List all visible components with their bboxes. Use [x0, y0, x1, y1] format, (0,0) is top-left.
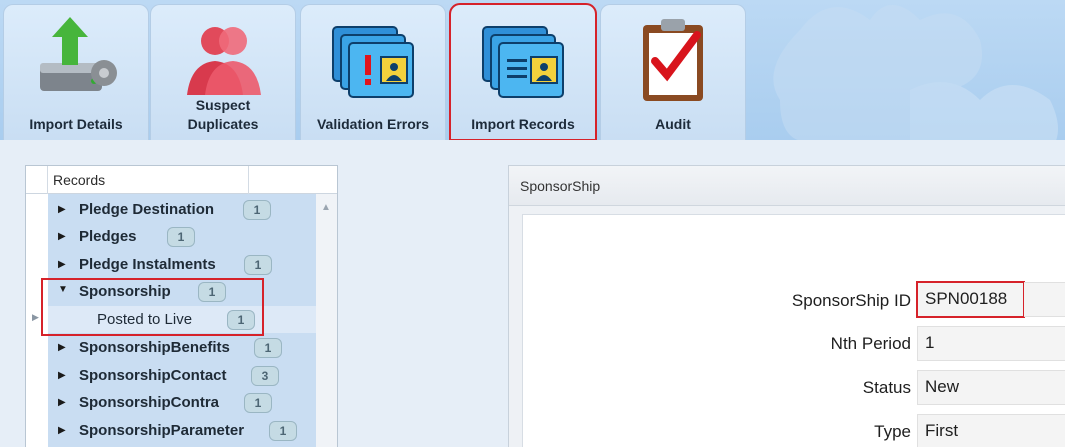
sponsorship-detail-panel: SponsorShip SponsorShip ID SPN00188 Nth … — [508, 165, 1065, 447]
status-field[interactable]: New — [917, 370, 1065, 405]
tree-item-label: Pledges — [79, 228, 137, 245]
scroll-up-arrow-icon[interactable]: ▲ — [321, 202, 331, 213]
tab-audit[interactable]: Audit — [600, 4, 746, 140]
tree-item-label: SponsorshipParameter — [79, 422, 245, 439]
sponsorship-id-label: SponsorShip ID — [791, 291, 911, 310]
tree-header-gutter — [26, 166, 48, 194]
tree-header-divider — [248, 166, 249, 194]
ribbon-toolbar: Import Details Suspect Duplicates Valida… — [0, 0, 1065, 140]
count-badge: 1 — [254, 338, 282, 358]
count-badge: 3 — [251, 366, 279, 386]
tree-item-sponsorship-parameter[interactable]: ▶ SponsorshipParameter 1 — [48, 417, 316, 444]
tree-header-title: Records — [53, 172, 106, 188]
tree-item-label: SponsorshipContra — [79, 394, 220, 411]
sponsorship-id-field-ext — [1024, 282, 1065, 317]
tree-scrollbar[interactable]: ▲ — [316, 194, 337, 447]
tree-item-label: SponsorshipBenefits — [79, 339, 230, 356]
tab-label: Import Records — [471, 116, 575, 132]
expand-arrow-icon[interactable]: ▶ — [58, 259, 66, 270]
folder-records-icon — [482, 26, 564, 98]
duplicate-people-icon — [187, 27, 261, 95]
folder-error-icon — [332, 26, 414, 98]
import-disk-icon — [40, 17, 117, 91]
expand-arrow-icon[interactable]: ▶ — [58, 231, 66, 242]
status-label: Status — [862, 378, 911, 397]
tab-label: Suspect Duplicates — [187, 97, 259, 132]
tab-label: Import Details — [29, 116, 123, 132]
clipboard-check-icon — [643, 19, 703, 101]
expand-arrow-icon[interactable]: ▶ — [58, 204, 66, 215]
detail-panel-header: SponsorShip — [509, 166, 1065, 206]
tree-item-sponsorship-contra[interactable]: ▶ SponsorshipContra 1 — [48, 389, 316, 416]
tab-label: Audit — [655, 116, 691, 132]
count-badge: 1 — [269, 421, 297, 441]
selection-highlight-box — [41, 278, 264, 336]
nth-period-label: Nth Period — [830, 334, 911, 353]
tree-item-label: Pledge Instalments — [79, 256, 216, 273]
nth-period-field[interactable]: 1 — [917, 326, 1065, 361]
tree-item-label: SponsorshipContact — [79, 367, 227, 384]
row-pointer-icon: ▶ — [32, 312, 39, 322]
sponsorship-id-field[interactable]: SPN00188 — [916, 281, 1025, 318]
tab-import-details[interactable]: Import Details — [3, 4, 149, 140]
expand-arrow-icon[interactable]: ▶ — [58, 370, 66, 381]
count-badge: 1 — [244, 393, 272, 413]
tab-suspect-duplicates[interactable]: Suspect Duplicates — [150, 4, 296, 140]
tree-item-sponsorship-benefits[interactable]: ▶ SponsorshipBenefits 1 — [48, 334, 316, 361]
expand-arrow-icon[interactable]: ▶ — [58, 397, 66, 408]
tree-item-pledge-instalments[interactable]: ▶ Pledge Instalments 1 — [48, 251, 316, 278]
tab-validation-errors[interactable]: Validation Errors — [300, 4, 446, 140]
jigsaw-background-icon — [773, 5, 1058, 140]
expand-arrow-icon[interactable]: ▶ — [58, 342, 66, 353]
tree-item-pledge-destination[interactable]: ▶ Pledge Destination 1 — [48, 196, 316, 223]
tree-item-pledges[interactable]: ▶ Pledges 1 — [48, 223, 316, 250]
tab-label: Validation Errors — [316, 116, 430, 132]
tree-item-label: Pledge Destination — [79, 201, 215, 218]
tree-header: Records — [26, 166, 337, 194]
count-badge: 1 — [243, 200, 271, 220]
type-label: Type — [874, 422, 911, 441]
detail-form: SponsorShip ID SPN00188 Nth Period 1 Sta… — [522, 214, 1065, 447]
count-badge: 1 — [244, 255, 272, 275]
tab-import-records[interactable]: Import Records — [449, 3, 597, 140]
count-badge: 1 — [167, 227, 195, 247]
tree-item-sponsorship-contact[interactable]: ▶ SponsorshipContact 3 — [48, 362, 316, 389]
type-field[interactable]: First — [917, 414, 1065, 447]
detail-panel-title: SponsorShip — [520, 178, 601, 194]
expand-arrow-icon[interactable]: ▶ — [58, 425, 66, 436]
